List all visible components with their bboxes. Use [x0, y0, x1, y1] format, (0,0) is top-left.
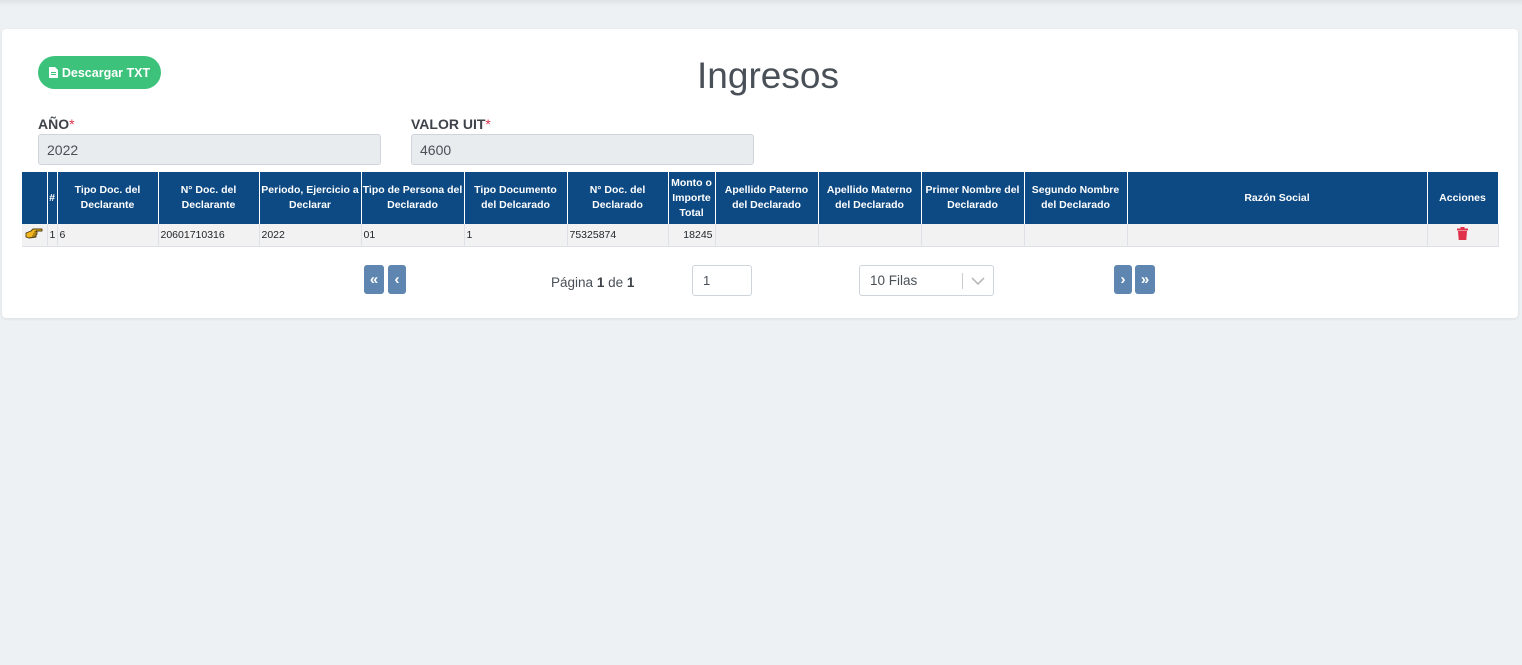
uit-required-mark: *: [485, 116, 491, 132]
column-header-periodo: Periodo, Ejercicio a Declarar: [259, 172, 362, 224]
column-header-razon-social: Razón Social: [1127, 172, 1428, 224]
column-header-index: #: [47, 172, 58, 224]
page-title: Ingresos: [697, 55, 839, 96]
prev-page-button[interactable]: ‹: [388, 265, 406, 294]
cell-apellido-paterno: [715, 224, 819, 247]
cell-acciones: [1427, 224, 1499, 247]
column-header-monto: Monto o Importe Total: [668, 172, 716, 224]
anio-label-text: AÑO: [38, 116, 70, 132]
column-header-tipo-persona: Tipo de Persona del Declarado: [361, 172, 465, 224]
column-header-num-doc-declarado: N° Doc. del Declarado: [567, 172, 669, 224]
cell-index: 1: [47, 224, 58, 247]
column-header-primer-nombre: Primer Nombre del Declarado: [921, 172, 1025, 224]
next-page-button[interactable]: ›: [1114, 265, 1132, 294]
first-page-button[interactable]: «: [364, 265, 384, 294]
column-header-selector: [22, 172, 48, 224]
page-info: Página 1 de 1: [551, 275, 634, 290]
column-header-apellido-materno: Apellido Materno del Declarado: [818, 172, 922, 224]
anio-required-mark: *: [69, 116, 75, 132]
row-pointer-cell[interactable]: [22, 224, 48, 247]
table-row[interactable]: 1 6 20601710316 2022 01 1 75325874 18245: [22, 224, 1499, 247]
cell-segundo-nombre: [1024, 224, 1128, 247]
cell-num-doc-declarante: 20601710316: [158, 224, 260, 247]
ingresos-table: # Tipo Doc. del Declarante N° Doc. del D…: [22, 172, 1499, 247]
top-bar: [0, 0, 1522, 6]
column-header-acciones: Acciones: [1427, 172, 1499, 224]
total-pages: 1: [626, 275, 635, 290]
column-header-num-doc-declarante: N° Doc. del Declarante: [158, 172, 260, 224]
rows-per-page-select[interactable]: 10 Filas: [859, 265, 994, 296]
of-word: de: [608, 275, 624, 290]
ingresos-card: Descargar TXT Ingresos AÑO* VALOR UIT* #…: [2, 29, 1518, 318]
uit-label: VALOR UIT*: [411, 116, 491, 132]
cell-monto: 18245: [668, 224, 716, 247]
hand-pointer-icon: [25, 228, 43, 239]
cell-razon-social: [1127, 224, 1428, 247]
cell-primer-nombre: [921, 224, 1025, 247]
column-header-tipo-doc-declarante: Tipo Doc. del Declarante: [57, 172, 159, 224]
goto-page-input[interactable]: [692, 265, 752, 296]
trash-icon: [1457, 226, 1468, 240]
anio-label: AÑO*: [38, 116, 75, 132]
cell-tipo-persona: 01: [361, 224, 465, 247]
anio-input[interactable]: [38, 134, 381, 165]
cell-tipo-doc-declarante: 6: [57, 224, 159, 247]
column-header-apellido-paterno: Apellido Paterno del Declarado: [715, 172, 819, 224]
table-header-row: # Tipo Doc. del Declarante N° Doc. del D…: [22, 172, 1499, 224]
uit-label-text: VALOR UIT: [411, 116, 486, 132]
chevron-down-icon: [963, 276, 993, 285]
cell-num-doc-declarado: 75325874: [567, 224, 669, 247]
last-page-button[interactable]: »: [1135, 265, 1155, 294]
column-header-tipo-documento: Tipo Documento del Delcarado: [464, 172, 568, 224]
cell-apellido-materno: [818, 224, 922, 247]
cell-periodo: 2022: [259, 224, 362, 247]
cell-tipo-documento: 1: [464, 224, 568, 247]
page-word: Página: [551, 275, 594, 290]
rows-per-page-value: 10 Filas: [870, 273, 918, 288]
current-page: 1: [596, 275, 605, 290]
column-header-segundo-nombre: Segundo Nombre del Declarado: [1024, 172, 1128, 224]
uit-input[interactable]: [411, 134, 754, 165]
delete-button[interactable]: [1457, 226, 1468, 243]
